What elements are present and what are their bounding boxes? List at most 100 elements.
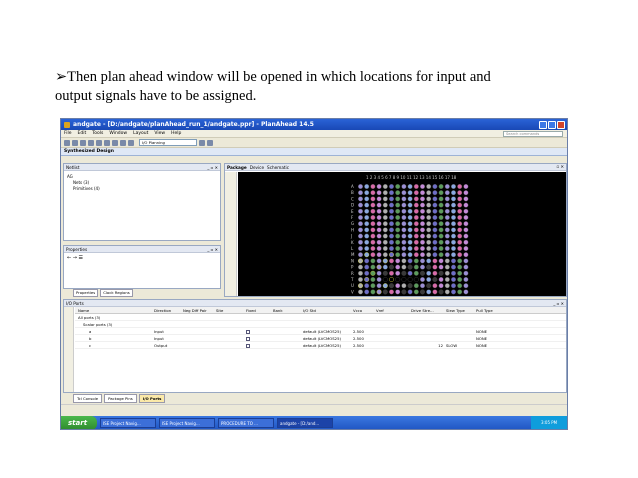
package-pin[interactable] bbox=[395, 202, 401, 208]
delete-icon[interactable] bbox=[96, 139, 102, 146]
package-pin[interactable] bbox=[357, 270, 363, 276]
package-pin[interactable] bbox=[444, 252, 450, 258]
package-pin[interactable] bbox=[413, 190, 419, 196]
package-pin[interactable] bbox=[413, 289, 419, 295]
package-pin[interactable] bbox=[364, 227, 370, 233]
package-pin[interactable] bbox=[419, 239, 425, 245]
package-pin[interactable] bbox=[364, 233, 370, 239]
package-pin[interactable] bbox=[401, 227, 407, 233]
package-pin[interactable] bbox=[419, 276, 425, 282]
package-pin[interactable] bbox=[419, 245, 425, 251]
package-pin[interactable] bbox=[382, 183, 388, 189]
package-pin[interactable] bbox=[426, 215, 432, 221]
package-pin[interactable] bbox=[413, 233, 419, 239]
package-pin[interactable] bbox=[419, 264, 425, 270]
package-pin[interactable] bbox=[463, 239, 469, 245]
package-pin[interactable] bbox=[388, 221, 394, 227]
package-pin[interactable] bbox=[457, 221, 463, 227]
package-pin[interactable] bbox=[450, 289, 456, 295]
package-pin[interactable] bbox=[463, 270, 469, 276]
fixed-checkbox[interactable] bbox=[246, 337, 250, 341]
package-pin[interactable] bbox=[444, 202, 450, 208]
package-pin[interactable] bbox=[364, 270, 370, 276]
package-pin[interactable] bbox=[432, 270, 438, 276]
package-pin[interactable] bbox=[407, 215, 413, 221]
package-pin[interactable] bbox=[463, 258, 469, 264]
package-pin[interactable] bbox=[419, 227, 425, 233]
package-pin[interactable] bbox=[382, 233, 388, 239]
taskbar-item[interactable]: ISE Project Navig... bbox=[159, 418, 215, 428]
package-pin[interactable] bbox=[401, 289, 407, 295]
package-pin[interactable] bbox=[401, 245, 407, 251]
package-pin[interactable] bbox=[357, 215, 363, 221]
package-pin[interactable] bbox=[388, 264, 394, 270]
package-pin[interactable] bbox=[364, 245, 370, 251]
package-pin[interactable] bbox=[407, 227, 413, 233]
package-pin[interactable] bbox=[426, 202, 432, 208]
package-pin[interactable] bbox=[444, 239, 450, 245]
package-pin[interactable] bbox=[426, 264, 432, 270]
package-pin[interactable] bbox=[450, 215, 456, 221]
package-pin[interactable] bbox=[450, 196, 456, 202]
package-pin[interactable] bbox=[432, 239, 438, 245]
package-pin[interactable] bbox=[370, 183, 376, 189]
package-canvas[interactable]: 1 2 3 4 5 6 7 8 9 10 11 12 13 14 15 16 1… bbox=[238, 172, 566, 296]
package-pin[interactable] bbox=[376, 289, 382, 295]
package-pin[interactable] bbox=[432, 208, 438, 214]
package-pin[interactable] bbox=[413, 227, 419, 233]
package-pin[interactable] bbox=[426, 190, 432, 196]
package-pin[interactable] bbox=[357, 208, 363, 214]
package-pin[interactable] bbox=[444, 276, 450, 282]
package-pin[interactable] bbox=[432, 264, 438, 270]
start-button[interactable]: start bbox=[61, 416, 97, 429]
tab-clock-regions[interactable]: Clock Regions bbox=[100, 289, 133, 297]
tab-package-pins[interactable]: Package Pins bbox=[104, 394, 137, 403]
package-pin[interactable] bbox=[457, 264, 463, 270]
package-pin[interactable] bbox=[426, 252, 432, 258]
package-pin[interactable] bbox=[388, 208, 394, 214]
package-pin[interactable] bbox=[407, 196, 413, 202]
menu-window[interactable]: Window bbox=[109, 131, 127, 136]
package-pin[interactable] bbox=[438, 264, 444, 270]
package-pin[interactable] bbox=[450, 208, 456, 214]
package-pin[interactable] bbox=[395, 183, 401, 189]
package-pin[interactable] bbox=[370, 202, 376, 208]
package-pin[interactable] bbox=[370, 252, 376, 258]
copy-icon[interactable] bbox=[88, 139, 94, 146]
package-pin[interactable] bbox=[419, 196, 425, 202]
package-pin[interactable] bbox=[438, 227, 444, 233]
package-pin[interactable] bbox=[450, 258, 456, 264]
package-pin[interactable] bbox=[432, 221, 438, 227]
package-pin[interactable] bbox=[382, 258, 388, 264]
package-pin[interactable] bbox=[357, 252, 363, 258]
package-pin[interactable] bbox=[382, 221, 388, 227]
package-pin[interactable] bbox=[395, 215, 401, 221]
table-row[interactable]: Scalar ports (3) bbox=[75, 321, 566, 328]
package-pin[interactable] bbox=[364, 289, 370, 295]
package-pin[interactable] bbox=[450, 233, 456, 239]
package-pin[interactable] bbox=[450, 190, 456, 196]
package-pin[interactable] bbox=[376, 202, 382, 208]
package-pin[interactable] bbox=[432, 276, 438, 282]
package-pin[interactable] bbox=[419, 283, 425, 289]
package-pin[interactable] bbox=[463, 183, 469, 189]
package-pin[interactable] bbox=[395, 221, 401, 227]
package-pin[interactable] bbox=[432, 215, 438, 221]
package-pin[interactable] bbox=[357, 239, 363, 245]
package-pin[interactable] bbox=[444, 289, 450, 295]
package-pin[interactable] bbox=[364, 221, 370, 227]
package-pin[interactable] bbox=[432, 183, 438, 189]
package-pin[interactable] bbox=[376, 276, 382, 282]
package-pin[interactable] bbox=[395, 289, 401, 295]
package-pin[interactable] bbox=[444, 208, 450, 214]
new-project-icon[interactable] bbox=[64, 139, 70, 146]
package-pin[interactable] bbox=[370, 196, 376, 202]
search-commands-input[interactable]: Search commands bbox=[503, 131, 563, 137]
save-icon[interactable] bbox=[80, 139, 86, 146]
package-pin[interactable] bbox=[438, 202, 444, 208]
package-pin[interactable] bbox=[413, 258, 419, 264]
col-bank[interactable]: Bank bbox=[273, 307, 303, 313]
table-row[interactable]: b Input default (LVCMOS25) 2.500 NONE bbox=[75, 335, 566, 342]
package-pin[interactable] bbox=[364, 264, 370, 270]
redo-icon[interactable] bbox=[112, 139, 118, 146]
